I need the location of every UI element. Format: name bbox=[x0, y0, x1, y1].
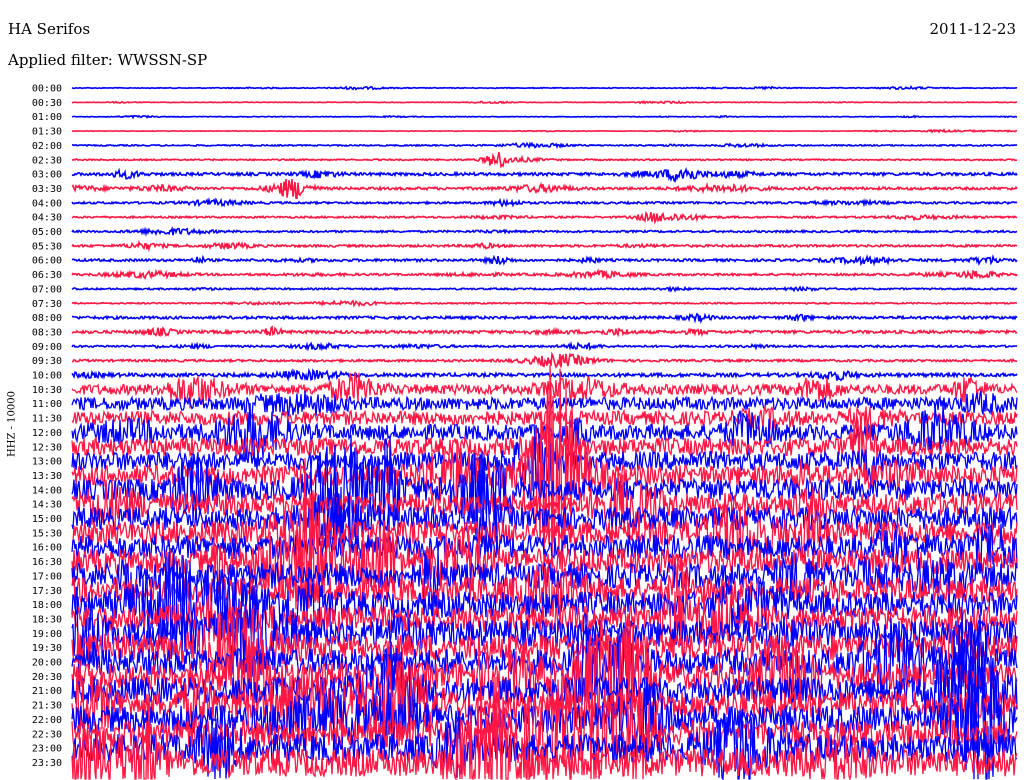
time-tick-label: 14:00 bbox=[32, 485, 62, 496]
time-tick-label: 15:00 bbox=[32, 514, 62, 525]
trace-layer bbox=[71, 85, 1018, 780]
trace-row-0730 bbox=[71, 299, 1017, 308]
trace-row-0130 bbox=[71, 128, 1017, 134]
time-tick-label: 14:30 bbox=[32, 500, 62, 511]
trace-row-0330 bbox=[71, 178, 1018, 200]
time-tick-label: 17:30 bbox=[32, 586, 62, 597]
time-tick-label: 16:30 bbox=[32, 557, 62, 568]
time-tick-label: 06:00 bbox=[32, 256, 62, 267]
time-tick-label: 02:30 bbox=[32, 155, 62, 166]
tick-label-layer: 00:00 00:30 01:00 01:30 02:00 02:30 03:00 03:30… bbox=[32, 84, 62, 769]
time-tick-label: 16:00 bbox=[32, 543, 62, 554]
time-tick-label: 13:30 bbox=[32, 471, 62, 482]
trace-row-0000 bbox=[71, 85, 1018, 91]
time-tick-label: 20:00 bbox=[32, 658, 62, 669]
time-tick-label: 11:30 bbox=[32, 414, 62, 425]
trace-row-0900 bbox=[71, 340, 1018, 352]
time-tick-label: 00:30 bbox=[32, 98, 62, 109]
time-tick-label: 22:30 bbox=[32, 729, 62, 740]
time-tick-label: 19:00 bbox=[32, 629, 62, 640]
time-tick-label: 10:30 bbox=[32, 385, 62, 396]
time-tick-label: 07:30 bbox=[32, 299, 62, 310]
time-tick-label: 01:30 bbox=[32, 127, 62, 138]
trace-row-0500 bbox=[71, 226, 1018, 237]
time-tick-label: 17:00 bbox=[32, 571, 62, 582]
time-tick-label: 19:30 bbox=[32, 643, 62, 654]
time-tick-label: 10:00 bbox=[32, 371, 62, 382]
time-tick-label: 11:00 bbox=[32, 399, 62, 410]
trace-row-0930 bbox=[72, 351, 1018, 369]
time-tick-label: 15:30 bbox=[32, 528, 62, 539]
time-tick-label: 22:00 bbox=[32, 715, 62, 726]
trace-row-0630 bbox=[71, 268, 1018, 281]
time-tick-label: 03:30 bbox=[32, 184, 62, 195]
time-tick-label: 23:30 bbox=[32, 758, 62, 769]
time-tick-label: 12:30 bbox=[32, 442, 62, 453]
trace-row-0230 bbox=[71, 152, 1018, 169]
time-tick-label: 18:00 bbox=[32, 600, 62, 611]
time-tick-label: 12:00 bbox=[32, 428, 62, 439]
trace-row-0030 bbox=[72, 99, 1018, 105]
trace-row-0430 bbox=[71, 210, 1018, 225]
trace-row-0100 bbox=[71, 114, 1018, 120]
time-tick-label: 21:30 bbox=[32, 701, 62, 712]
time-tick-label: 08:00 bbox=[32, 313, 62, 324]
trace-row-0830 bbox=[71, 325, 1018, 338]
time-tick-label: 01:00 bbox=[32, 112, 62, 123]
time-tick-label: 02:00 bbox=[32, 141, 62, 152]
time-tick-label: 21:00 bbox=[32, 686, 62, 697]
seismogram-plot: 00:00 00:30 01:00 01:30 02:00 02:30 03:00 03:30… bbox=[32, 84, 1018, 780]
trace-row-0800 bbox=[71, 312, 1018, 325]
time-tick-label: 08:30 bbox=[32, 327, 62, 338]
time-tick-label: 13:00 bbox=[32, 457, 62, 468]
time-tick-label: 09:00 bbox=[32, 342, 62, 353]
trace-row-0700 bbox=[71, 285, 1018, 293]
time-tick-label: 04:00 bbox=[32, 198, 62, 209]
time-tick-label: 04:30 bbox=[32, 213, 62, 224]
trace-row-0400 bbox=[71, 196, 1018, 208]
trace-row-0530 bbox=[71, 239, 1018, 253]
trace-row-0600 bbox=[71, 253, 1018, 267]
time-tick-label: 18:30 bbox=[32, 614, 62, 625]
time-tick-label: 03:00 bbox=[32, 170, 62, 181]
trace-row-0300 bbox=[71, 167, 1018, 183]
time-tick-label: 20:30 bbox=[32, 672, 62, 683]
time-tick-label: 00:00 bbox=[32, 84, 62, 95]
time-tick-label: 07:00 bbox=[32, 284, 62, 295]
time-tick-label: 09:30 bbox=[32, 356, 62, 367]
trace-row-0200 bbox=[71, 141, 1018, 149]
time-tick-label: 05:30 bbox=[32, 241, 62, 252]
time-tick-label: 06:30 bbox=[32, 270, 62, 281]
time-tick-label: 23:00 bbox=[32, 744, 62, 755]
time-tick-label: 05:00 bbox=[32, 227, 62, 238]
